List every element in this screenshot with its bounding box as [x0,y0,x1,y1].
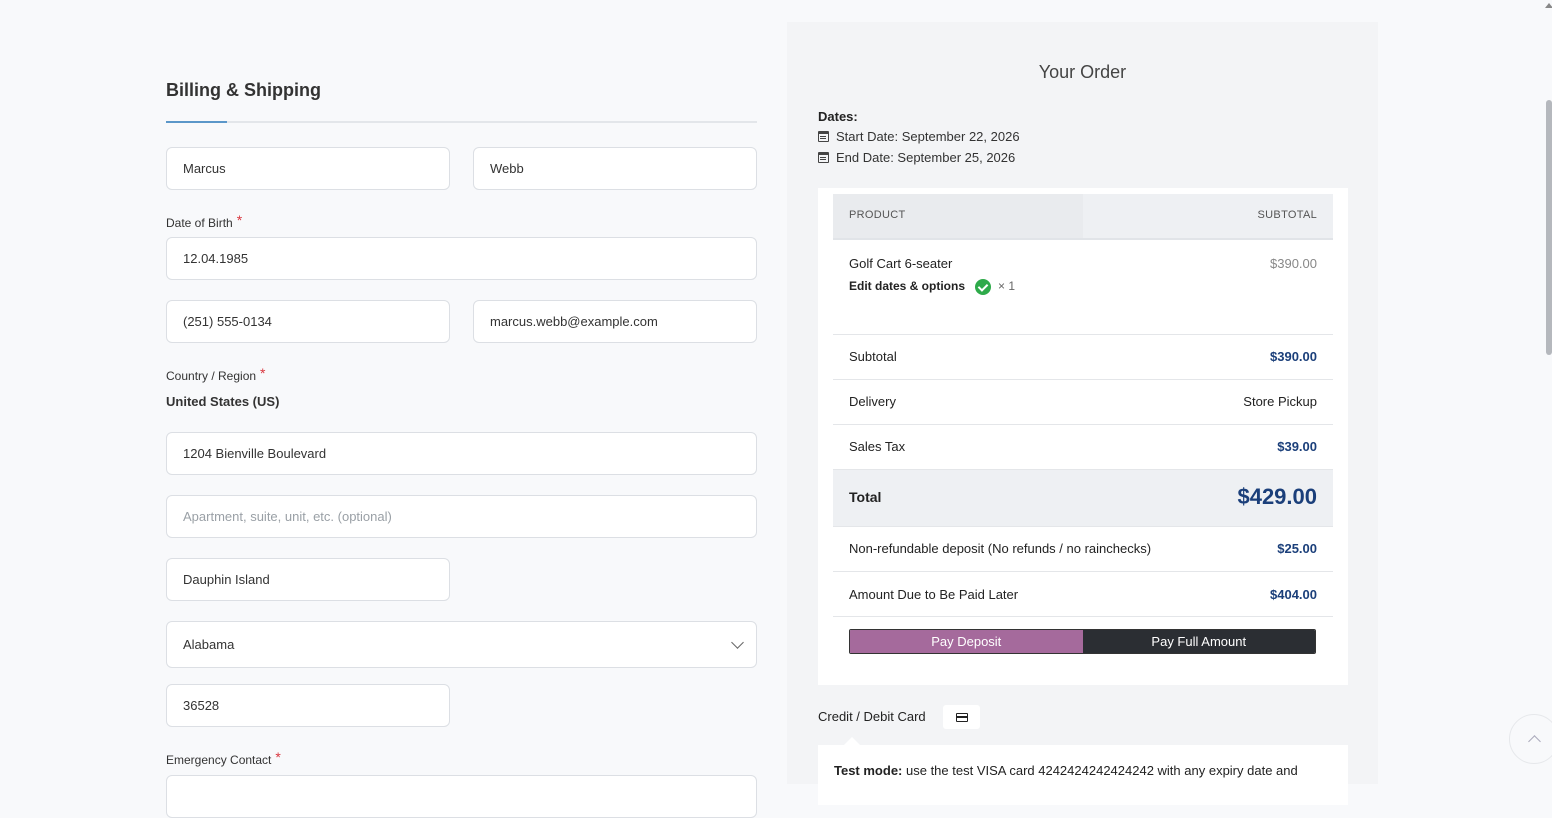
deposit-row: Non-refundable deposit (No refunds / no … [833,527,1333,572]
tax-row: Sales Tax $39.00 [833,425,1333,470]
pay-full-amount-button[interactable]: Pay Full Amount [1082,630,1315,653]
page-scrollbar[interactable] [1546,100,1552,355]
last-name-input[interactable]: Webb [473,147,757,190]
dates-label: Dates: [818,109,858,124]
emergency-contact-input[interactable] [166,775,757,818]
calendar-icon [818,131,829,142]
section-title: Billing & Shipping [166,80,321,100]
payment-option-toggle: Pay Deposit Pay Full Amount [849,629,1316,654]
tax-value: $39.00 [1277,439,1317,454]
deposit-value: $25.00 [1277,541,1317,556]
delivery-row: Delivery Store Pickup [833,380,1333,425]
amount-due-label: Amount Due to Be Paid Later [849,587,1019,602]
address1-input[interactable]: 1204 Bienville Boulevard [166,432,757,475]
product-price: $390.00 [1270,256,1317,271]
product-row: Golf Cart 6-seater $390.00 Edit dates & … [833,240,1333,335]
email-input[interactable]: marcus.webb@example.com [473,300,757,343]
product-column-header: PRODUCT [849,209,906,221]
zip-input[interactable]: 36528 [166,684,450,727]
amount-due-value: $404.00 [1270,587,1317,602]
chevron-down-icon [731,636,744,649]
required-mark: * [236,212,243,228]
total-label: Total [849,489,882,505]
first-name-input[interactable]: Marcus [166,147,450,190]
title-divider [166,121,757,123]
credit-card-badge [943,705,980,729]
check-icon [975,279,992,295]
delivery-label: Delivery [849,394,896,409]
calendar-icon [818,152,829,163]
deposit-label: Non-refundable deposit (No refunds / no … [849,541,1152,556]
back-to-top-button[interactable] [1509,714,1552,764]
title-divider-accent [166,121,227,123]
product-quantity: × 1 [998,279,1016,294]
subtotal-row: Subtotal $390.00 [833,335,1333,380]
subtotal-column-header: SUBTOTAL [1257,209,1317,221]
credit-card-method-label[interactable]: Credit / Debit Card [818,709,926,724]
pay-deposit-button[interactable]: Pay Deposit [850,630,1083,653]
country-label: Country / Region * [166,365,266,383]
chevron-up-icon [1528,735,1541,748]
phone-input[interactable]: (251) 555-0134 [166,300,450,343]
delivery-value: Store Pickup [1243,394,1317,409]
total-value: $429.00 [1237,484,1317,509]
city-input[interactable]: Dauphin Island [166,558,450,601]
dob-label: Date of Birth * [166,212,243,230]
order-title: Your Order [1038,62,1127,82]
dob-input[interactable]: 12.04.1985 [166,237,757,280]
edit-dates-link[interactable]: Edit dates & options [849,279,965,293]
required-mark: * [275,749,281,765]
start-date: Start Date: September 22, 2026 [818,129,1020,144]
tax-label: Sales Tax [849,439,906,454]
required-mark: * [260,365,266,381]
order-table-header: PRODUCT SUBTOTAL [833,194,1333,240]
end-date: End Date: September 25, 2026 [818,150,1015,165]
product-name: Golf Cart 6-seater [849,256,953,271]
scroll-up-arrow-icon[interactable] [1545,3,1552,8]
subtotal-value: $390.00 [1270,349,1317,364]
subtotal-label: Subtotal [849,349,897,364]
emergency-contact-label: Emergency Contact * [166,749,281,767]
product-meta: Edit dates & options × 1 [849,279,1015,295]
state-select[interactable]: Alabama [166,621,757,668]
total-row: Total $429.00 [833,470,1333,527]
country-value: United States (US) [166,394,280,409]
address2-input[interactable]: Apartment, suite, unit, etc. (optional) [166,495,757,538]
state-select-value: Alabama [183,637,235,652]
amount-due-row: Amount Due to Be Paid Later $404.00 [833,572,1333,617]
credit-card-icon [955,712,968,722]
test-mode-notice: Test mode: use the test VISA card 424242… [834,763,1298,778]
